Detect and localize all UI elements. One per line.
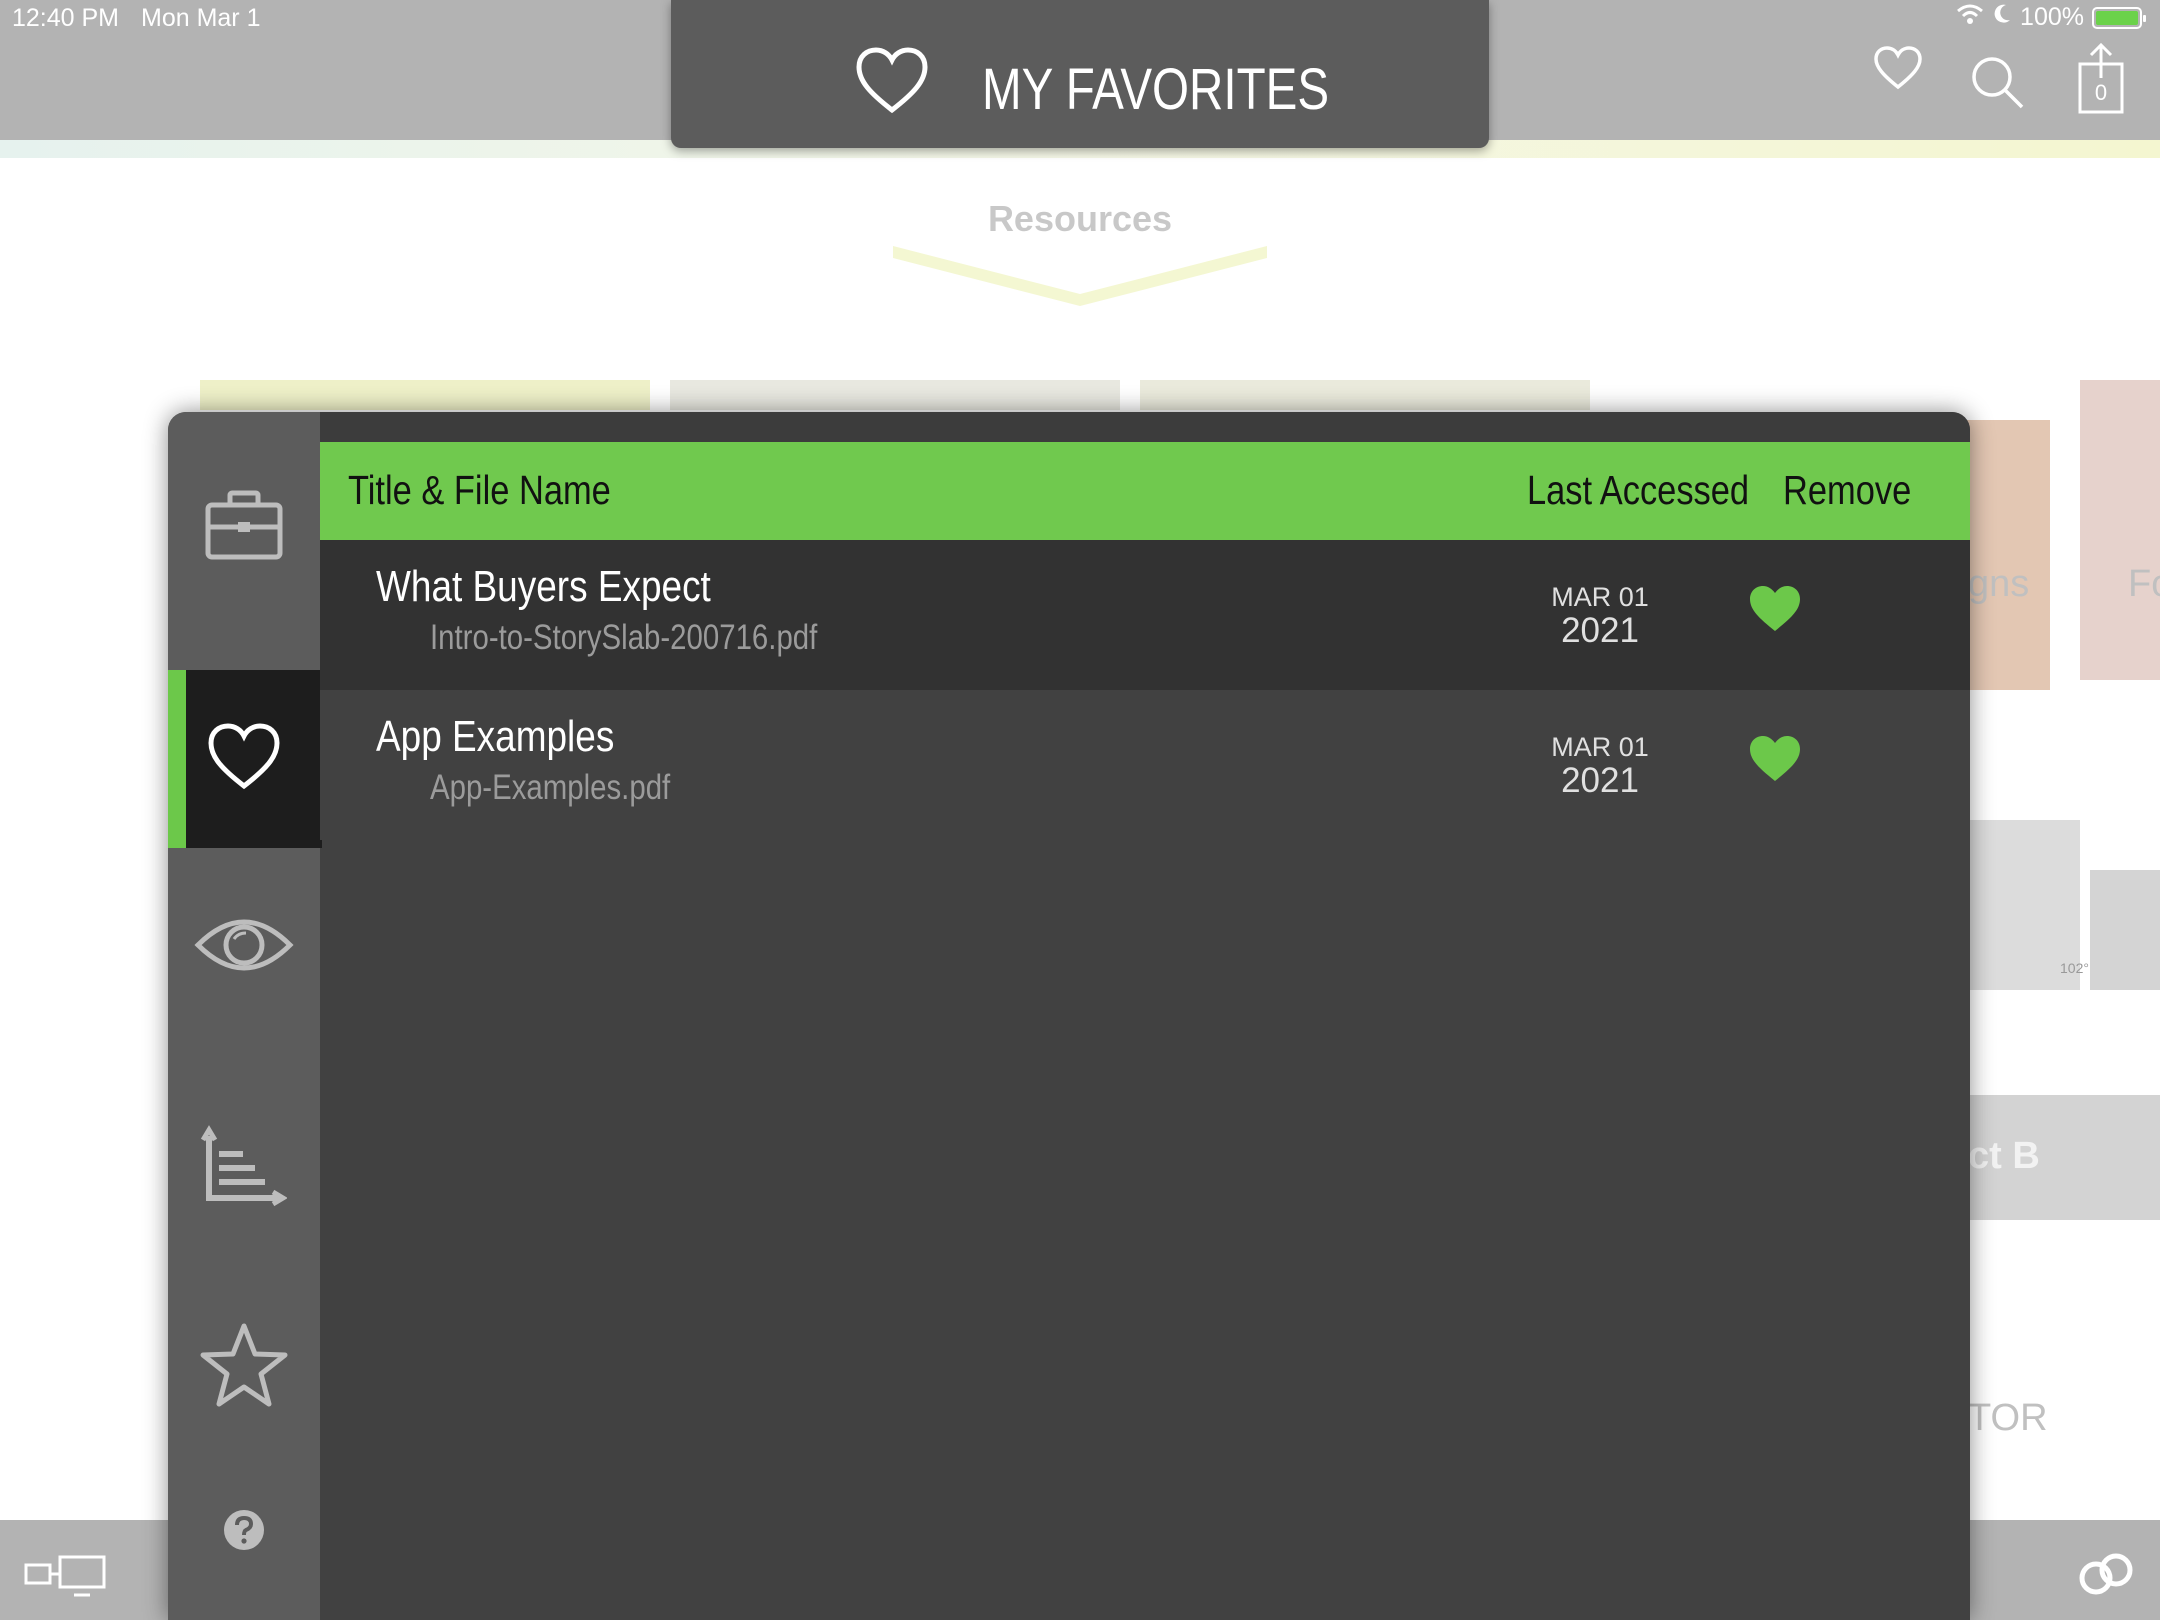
- bg-partial-text: TOR: [1968, 1397, 2048, 1439]
- row-date-month: MAR 01: [1551, 582, 1649, 612]
- modal-top-strip: [320, 412, 1970, 442]
- battery-percent: 100%: [2020, 3, 2084, 31]
- title-panel: MY FAVORITES: [671, 0, 1489, 148]
- sidebar-item-starred[interactable]: [168, 1302, 320, 1432]
- favorites-modal: Title & File Name Last Accessed Remove W…: [168, 412, 1970, 1620]
- resources-tab[interactable]: Resources: [893, 158, 1267, 308]
- col-remove: Remove: [1783, 467, 1912, 513]
- row-date: MAR 01 2021: [1545, 732, 1655, 801]
- bg-partial-text: gns: [1968, 563, 2030, 605]
- share-count: 0: [2094, 80, 2108, 105]
- bg-partial-text: ct B: [1968, 1135, 2040, 1177]
- sidebar-item-analytics[interactable]: [168, 1102, 320, 1232]
- row-filename: App-Examples.pdf: [430, 768, 671, 807]
- modal-sidebar: [168, 412, 322, 1620]
- row-date: MAR 01 2021: [1545, 582, 1655, 651]
- link-icon[interactable]: [2074, 1542, 2138, 1611]
- row-date-year: 2021: [1561, 761, 1639, 800]
- row-date-year: 2021: [1561, 611, 1639, 650]
- table-row[interactable]: App Examples App-Examples.pdf MAR 01 202…: [320, 690, 1970, 840]
- col-title: Title & File Name: [348, 467, 611, 513]
- sidebar-item-viewed[interactable]: [168, 882, 320, 1012]
- row-title: What Buyers Expect: [376, 562, 711, 611]
- bg-tile: [2090, 870, 2160, 990]
- bg-partial-text: Fo: [2128, 563, 2160, 605]
- sidebar-item-briefcase[interactable]: [168, 462, 320, 592]
- col-last-accessed: Last Accessed: [1527, 467, 1750, 513]
- heart-icon: [206, 722, 282, 797]
- bg-tile: [1960, 420, 2050, 690]
- bg-tile: [200, 380, 650, 410]
- search-icon[interactable]: [1970, 55, 2026, 116]
- present-icon[interactable]: [24, 1555, 108, 1604]
- row-filename: Intro-to-StorySlab-200716.pdf: [430, 618, 818, 657]
- eye-icon: [194, 915, 294, 980]
- bg-tile: [670, 380, 1120, 410]
- active-indicator: [168, 670, 186, 848]
- page-title: MY FAVORITES: [982, 57, 1330, 122]
- status-time: 12:40 PM: [12, 4, 120, 32]
- sidebar-item-favorites[interactable]: [168, 670, 322, 848]
- bg-tile: [1140, 380, 1590, 410]
- table-header: Title & File Name Last Accessed Remove: [320, 442, 1970, 540]
- heart-outline-icon: [854, 46, 930, 121]
- moon-icon: [1992, 3, 2012, 32]
- row-date-month: MAR 01: [1551, 732, 1649, 762]
- star-icon: [199, 1322, 289, 1413]
- remove-favorite-heart-icon[interactable]: [1748, 735, 1802, 788]
- bg-partial-text: 102°: [2060, 960, 2089, 976]
- resources-tab-label: Resources: [987, 198, 1173, 239]
- remove-favorite-heart-icon[interactable]: [1748, 585, 1802, 638]
- wifi-icon: [1956, 3, 1984, 32]
- battery-icon: [2092, 6, 2146, 29]
- briefcase-icon: [204, 489, 284, 566]
- row-title: App Examples: [376, 712, 615, 761]
- help-icon: [222, 1508, 266, 1557]
- status-date: Mon Mar 1: [141, 4, 261, 32]
- table-row[interactable]: What Buyers Expect Intro-to-StorySlab-20…: [320, 540, 1970, 690]
- chart-icon: [200, 1122, 288, 1213]
- sidebar-item-help[interactable]: [168, 1482, 320, 1582]
- favorites-heart-icon[interactable]: [1873, 45, 1923, 96]
- bg-tile: [2080, 380, 2160, 680]
